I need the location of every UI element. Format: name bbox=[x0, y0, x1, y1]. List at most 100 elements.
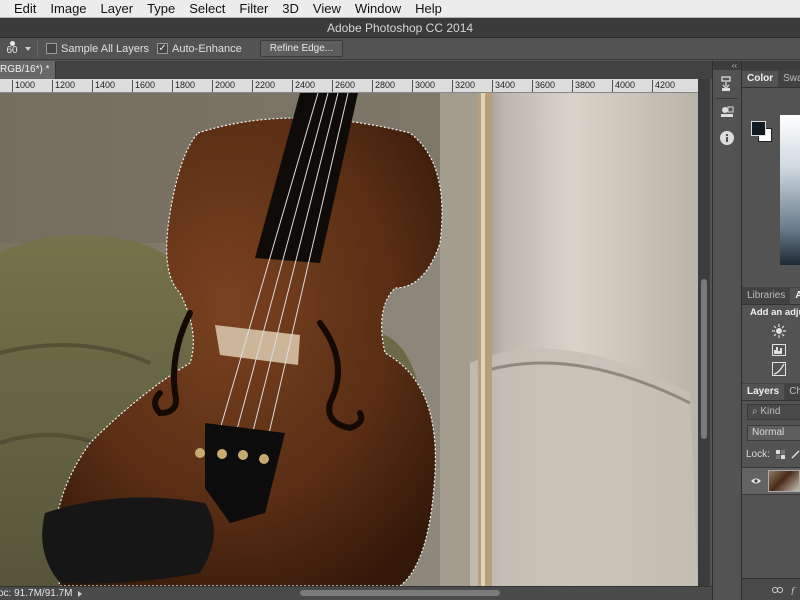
foreground-color-swatch[interactable] bbox=[751, 121, 766, 136]
dock-collapse-header[interactable]: ‹‹ bbox=[713, 61, 741, 70]
menu-view[interactable]: View bbox=[306, 0, 348, 18]
brush-size: 60 bbox=[6, 45, 18, 56]
blend-mode-select[interactable]: Normal bbox=[747, 425, 800, 441]
layer-row[interactable] bbox=[742, 467, 800, 495]
ruler-tick: 3400 bbox=[492, 80, 515, 92]
layer-visibility-eye-icon[interactable] bbox=[751, 477, 761, 485]
svg-text:f: f bbox=[791, 587, 796, 595]
menu-bar: Edit Image Layer Type Select Filter 3D V… bbox=[0, 0, 800, 18]
layers-footer: f bbox=[742, 578, 800, 600]
options-divider bbox=[37, 40, 38, 57]
document-size-status: oc: 91.7M/91.7M bbox=[0, 588, 73, 599]
window-title: Adobe Photoshop CC 2014 bbox=[326, 20, 474, 35]
layer-thumbnail[interactable] bbox=[768, 470, 800, 492]
collapse-arrows-icon[interactable]: ‹‹ bbox=[732, 61, 737, 70]
info-panel-button[interactable] bbox=[716, 127, 738, 149]
tab-layers[interactable]: Layers bbox=[742, 384, 785, 400]
photoshop-window: Edit Image Layer Type Select Filter 3D V… bbox=[0, 0, 800, 600]
ruler-tick: 1000 bbox=[12, 80, 35, 92]
title-bar: Adobe Photoshop CC 2014 bbox=[0, 18, 800, 38]
ruler-tick: 2400 bbox=[292, 80, 315, 92]
lock-row: Lock: bbox=[746, 449, 800, 460]
menu-type[interactable]: Type bbox=[140, 0, 182, 18]
document-tab[interactable]: RGB/16*) * bbox=[0, 61, 56, 79]
levels-icon[interactable] bbox=[772, 344, 786, 356]
menu-window[interactable]: Window bbox=[348, 0, 408, 18]
horizontal-ruler[interactable]: 1000 1200 1400 1600 1800 2000 2200 2400 … bbox=[0, 79, 698, 93]
tab-swatches[interactable]: Swat bbox=[778, 71, 800, 87]
menu-3d[interactable]: 3D bbox=[275, 0, 306, 18]
color-panel bbox=[742, 88, 800, 265]
ruler-tick: 3600 bbox=[532, 80, 555, 92]
adjustments-title: Add an adjus bbox=[750, 307, 800, 318]
ruler-tick: 4000 bbox=[612, 80, 635, 92]
canvas-vertical-scrollbar[interactable] bbox=[698, 79, 710, 586]
refine-edge-button[interactable]: Refine Edge... bbox=[259, 40, 344, 57]
document-canvas[interactable] bbox=[0, 93, 698, 586]
auto-enhance-label: Auto-Enhance bbox=[172, 42, 242, 55]
ruler-tick: 3800 bbox=[572, 80, 595, 92]
panels-top-bar bbox=[742, 61, 800, 70]
menu-select[interactable]: Select bbox=[182, 0, 232, 18]
sample-all-layers-checkbox[interactable] bbox=[46, 43, 57, 54]
horizontal-scroll-thumb[interactable] bbox=[300, 590, 500, 596]
color-picker-field[interactable] bbox=[780, 115, 800, 265]
violin-photo bbox=[0, 93, 698, 586]
vertical-scroll-thumb[interactable] bbox=[701, 279, 707, 439]
layers-panel: ⌕ Kind Normal Lock: bbox=[742, 401, 800, 581]
libraries-tabs: Libraries A bbox=[742, 287, 800, 305]
history-panel-button[interactable] bbox=[716, 73, 738, 95]
ruler-tick: 1600 bbox=[132, 80, 155, 92]
lock-label: Lock: bbox=[746, 449, 770, 460]
menu-filter[interactable]: Filter bbox=[232, 0, 275, 18]
right-panels: Color Swat Libraries A Add an adjus bbox=[742, 61, 800, 600]
tab-color[interactable]: Color bbox=[742, 71, 779, 87]
properties-icon bbox=[721, 106, 734, 117]
document-tab-row: RGB/16*) * bbox=[0, 61, 712, 79]
brush-dropdown-arrow-icon[interactable] bbox=[25, 46, 31, 51]
status-menu-arrow-icon[interactable] bbox=[78, 590, 83, 597]
history-icon bbox=[721, 76, 731, 91]
ruler-tick: 2800 bbox=[372, 80, 395, 92]
options-bar: 60 Sample All Layers ✓ Auto-Enhance Refi… bbox=[0, 38, 800, 60]
properties-panel-button[interactable] bbox=[716, 102, 738, 124]
ruler-tick: 3200 bbox=[452, 80, 475, 92]
tab-channels[interactable]: Cha bbox=[784, 384, 800, 400]
libraries-panel-header: Libraries A bbox=[742, 287, 800, 305]
ruler-tick: 2600 bbox=[332, 80, 355, 92]
ruler-tick: 1400 bbox=[92, 80, 115, 92]
menu-help[interactable]: Help bbox=[408, 0, 449, 18]
auto-enhance-option[interactable]: ✓ Auto-Enhance bbox=[157, 43, 242, 55]
ruler-tick: 3000 bbox=[412, 80, 435, 92]
color-panel-tabs: Color Swat bbox=[742, 70, 800, 88]
brush-picker[interactable]: 60 bbox=[2, 39, 22, 59]
lock-transparent-pixels-icon[interactable] bbox=[775, 450, 785, 459]
layer-filter-kind-label: Kind bbox=[760, 406, 781, 417]
lock-image-pixels-icon[interactable] bbox=[791, 450, 800, 459]
tab-libraries[interactable]: Libraries bbox=[742, 288, 790, 304]
layers-tabs: Layers Cha bbox=[742, 383, 800, 401]
curves-icon[interactable] bbox=[772, 362, 786, 376]
menu-edit[interactable]: Edit bbox=[0, 0, 43, 18]
auto-enhance-checkbox[interactable]: ✓ bbox=[157, 43, 169, 54]
status-bar: oc: 91.7M/91.7M bbox=[0, 586, 712, 600]
menu-image[interactable]: Image bbox=[43, 0, 93, 18]
ruler-tick: 2000 bbox=[212, 80, 235, 92]
layers-panel-header: Layers Cha bbox=[742, 383, 800, 401]
layer-style-fx-icon[interactable]: f bbox=[791, 585, 799, 595]
ruler-tick: 1200 bbox=[52, 80, 75, 92]
adjustment-icons bbox=[742, 324, 800, 376]
adjustments-panel: Add an adjus bbox=[742, 305, 800, 385]
info-icon bbox=[720, 131, 734, 145]
dock-divider bbox=[716, 98, 738, 99]
panel-icon-dock: ‹‹ bbox=[712, 61, 742, 600]
link-layers-icon[interactable] bbox=[772, 586, 783, 594]
menu-layer[interactable]: Layer bbox=[94, 0, 141, 18]
layer-filter-kind[interactable]: ⌕ Kind bbox=[747, 404, 800, 420]
ruler-tick: 2200 bbox=[252, 80, 275, 92]
tab-adjustments[interactable]: A bbox=[790, 288, 800, 304]
ruler-tick: 4200 bbox=[652, 80, 675, 92]
ruler-tick: 1800 bbox=[172, 80, 195, 92]
sample-all-layers-option[interactable]: Sample All Layers bbox=[46, 43, 149, 55]
brightness-icon[interactable] bbox=[772, 324, 786, 338]
